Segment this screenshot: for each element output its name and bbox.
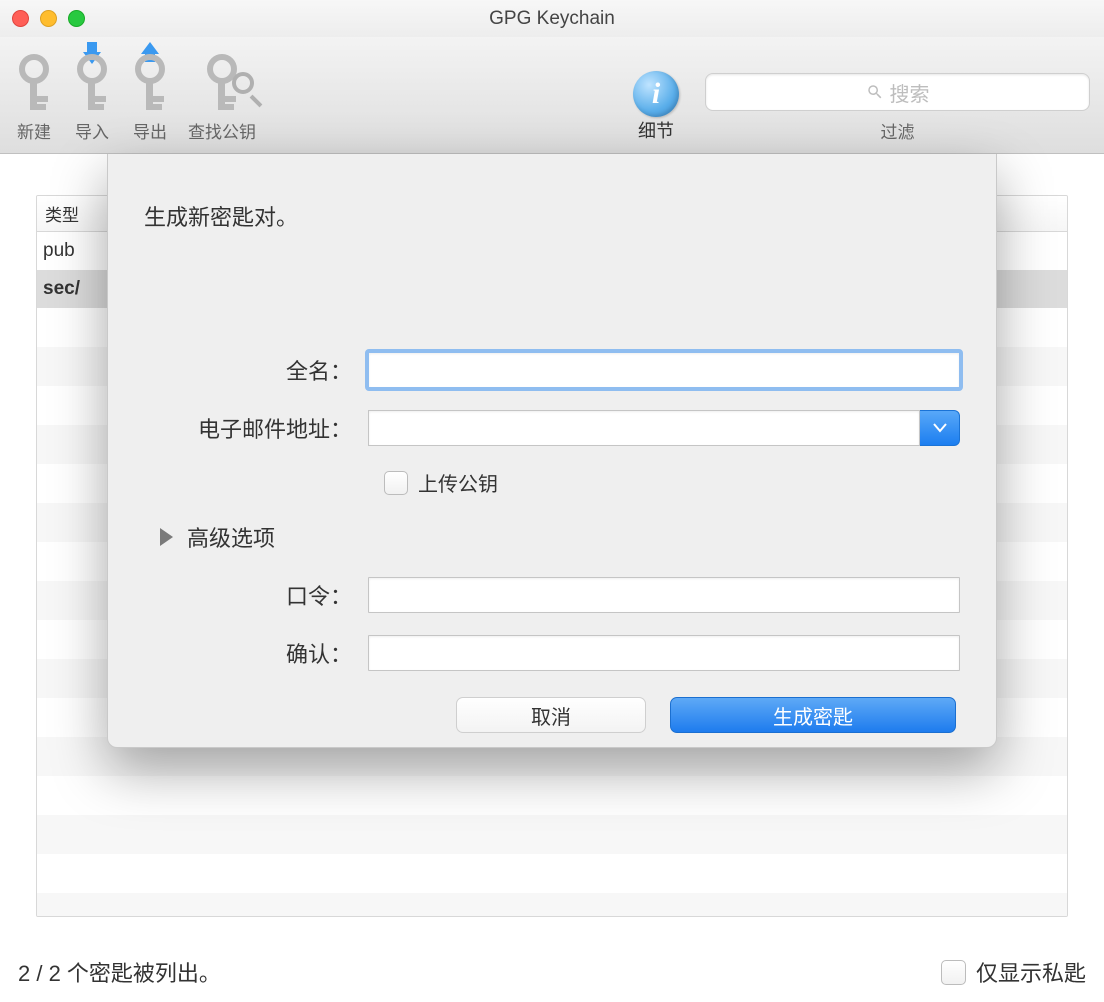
toolbar-export-label: 导出 [133,118,167,143]
window-close-button[interactable] [12,10,29,27]
toolbar-find-button[interactable]: 查找公钥 [188,49,256,143]
generate-button-label: 生成密匙 [773,701,853,730]
confirm-label: 确认： [144,637,368,669]
toolbar-details-button[interactable]: i 细节 [633,71,679,143]
toolbar-new-button[interactable]: 新建 [14,49,54,143]
toolbar: 新建 导入 导出 查找公钥 i 细节 搜索 过滤 [0,37,1104,154]
fullname-input[interactable] [368,352,960,388]
email-input[interactable] [368,410,920,446]
key-export-icon [130,54,170,110]
fullname-label: 全名： [144,354,368,386]
toolbar-import-button[interactable]: 导入 [72,49,112,143]
toolbar-import-label: 导入 [75,118,109,143]
chevron-down-icon [933,423,947,433]
key-import-icon [72,54,112,110]
cell-type: sec/ [43,278,80,300]
status-text: 2 / 2 个密匙被列出。 [18,956,221,988]
sheet-title: 生成新密匙对。 [144,200,960,232]
generate-button[interactable]: 生成密匙 [670,697,956,733]
statusbar: 2 / 2 个密匙被列出。 仅显示私匙 [0,942,1104,1002]
cancel-button[interactable]: 取消 [456,697,646,733]
email-dropdown-button[interactable] [920,410,960,446]
cell-type: pub [43,240,75,262]
window-minimize-button[interactable] [40,10,57,27]
only-private-checkbox[interactable] [941,960,966,985]
window-title: GPG Keychain [0,8,1104,30]
disclosure-triangle-icon [160,528,173,546]
upload-publickey-label: 上传公钥 [418,468,498,497]
search-icon [866,83,884,101]
search-input[interactable]: 搜索 [705,73,1090,111]
passphrase-input[interactable] [368,577,960,613]
info-icon: i [633,71,679,117]
upload-publickey-checkbox[interactable] [384,471,408,495]
confirm-input[interactable] [368,635,960,671]
column-type-header[interactable]: 类型 [45,201,79,226]
email-label: 电子邮件地址： [144,412,368,444]
advanced-label: 高级选项 [187,521,275,553]
cancel-button-label: 取消 [531,701,571,730]
only-private-label: 仅显示私匙 [976,956,1086,988]
toolbar-details-label: 细节 [638,117,674,143]
key-search-icon [202,54,242,110]
toolbar-new-label: 新建 [17,118,51,143]
passphrase-label: 口令： [144,579,368,611]
titlebar: GPG Keychain [0,0,1104,37]
toolbar-filter-label: 过滤 [881,118,915,143]
toolbar-export-button[interactable]: 导出 [130,49,170,143]
new-key-sheet: 生成新密匙对。 全名： 电子邮件地址： 上传公钥 高级选项 口令： 确认： 取消… [107,154,997,748]
window-zoom-button[interactable] [68,10,85,27]
key-icon [14,54,54,110]
search-placeholder: 搜索 [890,78,930,107]
toolbar-find-label: 查找公钥 [188,118,256,143]
advanced-disclosure[interactable]: 高级选项 [160,521,960,553]
